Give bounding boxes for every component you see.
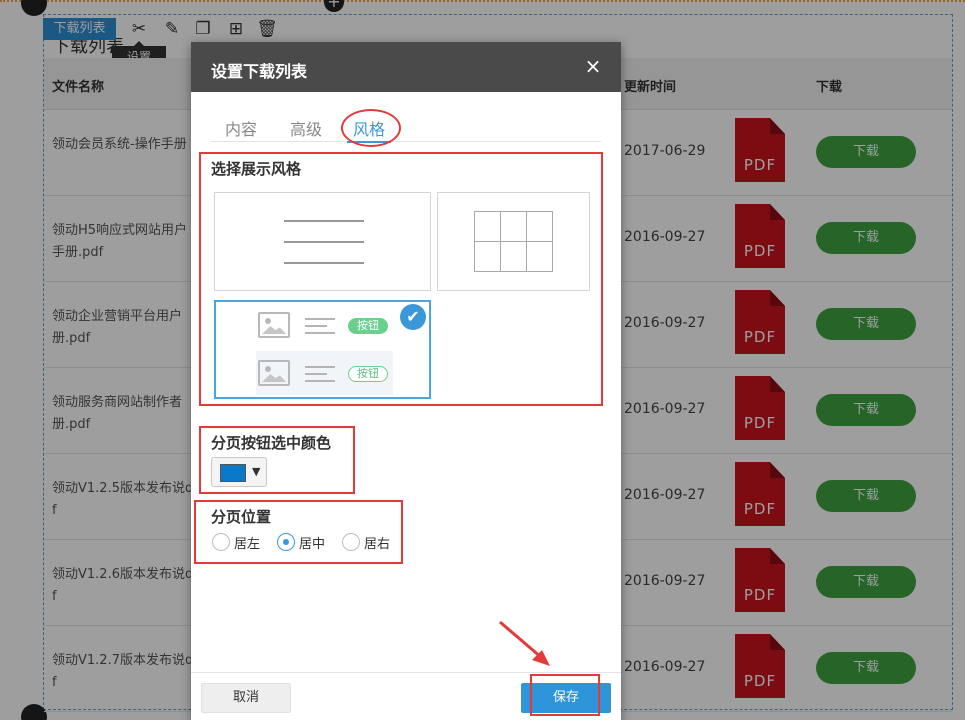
- radio-label: 居左: [234, 537, 261, 552]
- radio-button[interactable]: [277, 533, 295, 551]
- grid-cell: [500, 211, 527, 242]
- radio-button[interactable]: [212, 533, 230, 551]
- list-line: [284, 241, 364, 243]
- radio-label: 居中: [299, 537, 326, 552]
- dialog-header: 设置下载列表 ×: [191, 42, 621, 92]
- cancel-button[interactable]: 取消: [201, 683, 291, 713]
- style-option-grid[interactable]: [437, 192, 590, 291]
- text-line: [305, 366, 335, 368]
- image-icon: [258, 360, 290, 386]
- list-line: [284, 220, 364, 222]
- dialog-title: 设置下载列表: [211, 62, 308, 81]
- color-picker[interactable]: ▼: [211, 457, 267, 487]
- radio-button[interactable]: [342, 533, 360, 551]
- dialog-tabs: 内容 高级 风格: [211, 114, 601, 143]
- image-icon: [258, 312, 290, 338]
- style-section-label: 选择展示风格: [211, 160, 302, 178]
- position-section-label: 分页位置: [211, 508, 272, 526]
- color-swatch: [220, 464, 246, 482]
- sample-button-outline: 按钮: [348, 366, 388, 382]
- radio-label: 居右: [364, 537, 391, 552]
- style-option-list[interactable]: [214, 192, 431, 291]
- annotation-arrow-icon: [499, 620, 550, 666]
- color-section-label: 分页按钮选中颜色: [211, 434, 332, 452]
- close-icon[interactable]: ×: [583, 55, 603, 77]
- tab-content[interactable]: 内容: [225, 116, 257, 140]
- tab-advanced[interactable]: 高级: [290, 116, 322, 140]
- annotation-box-save: [530, 674, 600, 716]
- sample-button-filled: 按钮: [348, 318, 388, 334]
- list-line: [284, 262, 364, 264]
- selected-check-icon: ✔: [400, 304, 426, 330]
- style-option-image-text[interactable]: 按钮 按钮: [214, 300, 431, 399]
- grid-cell: [474, 211, 501, 242]
- grid-cell: [526, 211, 553, 242]
- text-line: [305, 373, 327, 375]
- text-line: [305, 318, 335, 320]
- text-line: [305, 325, 327, 327]
- grid-cell: [526, 241, 553, 272]
- grid-cell: [474, 241, 501, 272]
- chevron-down-icon: ▼: [252, 465, 261, 478]
- grid-cell: [500, 241, 527, 272]
- annotation-circle: [341, 109, 401, 147]
- text-line: [305, 380, 335, 382]
- text-line: [305, 332, 335, 334]
